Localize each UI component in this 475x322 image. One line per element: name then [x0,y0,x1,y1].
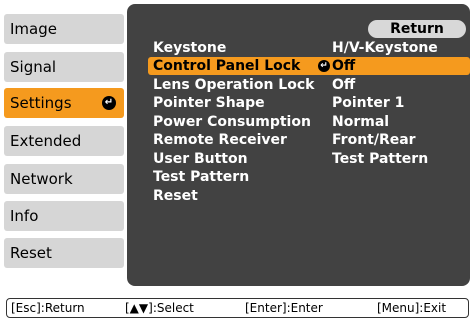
setting-label: Control Panel Lock [153,58,301,74]
setting-label: Keystone [153,40,227,56]
setting-value: H/V-Keystone [332,40,438,56]
setting-value: Front/Rear [332,132,416,148]
setting-label: Power Consumption [153,114,311,130]
setting-value: Off [332,77,356,93]
setting-label: Lens Operation Lock [153,77,315,93]
menu-item-signal[interactable]: Signal [4,52,124,82]
setting-value: Test Pattern [332,151,429,167]
setting-row-control-panel-lock[interactable]: Control Panel Lock ↵ Off [148,57,470,75]
setting-label: User Button [153,151,248,167]
menu-item-label: Network [10,170,73,188]
return-button[interactable]: Return [368,20,466,38]
menu-item-label: Extended [10,132,82,150]
setting-row-power-consumption[interactable]: Power Consumption Normal [148,113,470,131]
setting-row-reset[interactable]: Reset [148,187,470,205]
setting-row-pointer-shape[interactable]: Pointer Shape Pointer 1 [148,94,470,112]
key-guide-bar: [Esc]:Return [▲▼]:Select [Enter]:Enter [… [6,298,469,318]
menu-item-extended[interactable]: Extended [4,126,124,156]
setting-row-keystone[interactable]: Keystone H/V-Keystone [148,39,470,57]
setting-value: Off [332,58,356,74]
menu-item-image[interactable]: Image [4,14,124,44]
menu-item-network[interactable]: Network [4,164,124,194]
main-menu: Image Signal Settings ↵ Extended Network… [0,0,128,292]
menu-item-reset[interactable]: Reset [4,238,124,268]
menu-item-label: Settings [10,94,72,112]
guide-select: [▲▼]:Select [125,301,194,315]
setting-value: Pointer 1 [332,95,405,111]
setting-label: Test Pattern [153,169,250,185]
projector-menu-screen: Image Signal Settings ↵ Extended Network… [0,0,475,322]
setting-row-test-pattern[interactable]: Test Pattern [148,168,470,186]
enter-icon: ↵ [318,60,330,72]
guide-menu: [Menu]:Exit [377,301,447,315]
guide-enter: [Enter]:Enter [245,301,323,315]
menu-item-label: Image [10,20,57,38]
menu-item-settings[interactable]: Settings ↵ [4,88,124,118]
setting-label: Remote Receiver [153,132,287,148]
menu-item-label: Info [10,207,39,225]
setting-row-remote-receiver[interactable]: Remote Receiver Front/Rear [148,131,470,149]
menu-item-label: Reset [10,244,52,262]
guide-esc: [Esc]:Return [11,301,85,315]
setting-row-lens-operation-lock[interactable]: Lens Operation Lock Off [148,76,470,94]
enter-icon: ↵ [102,96,116,110]
menu-item-label: Signal [10,58,57,76]
setting-row-user-button[interactable]: User Button Test Pattern [148,150,470,168]
setting-label: Pointer Shape [153,95,265,111]
setting-label: Reset [153,188,198,204]
setting-value: Normal [332,114,390,130]
menu-item-info[interactable]: Info [4,201,124,231]
